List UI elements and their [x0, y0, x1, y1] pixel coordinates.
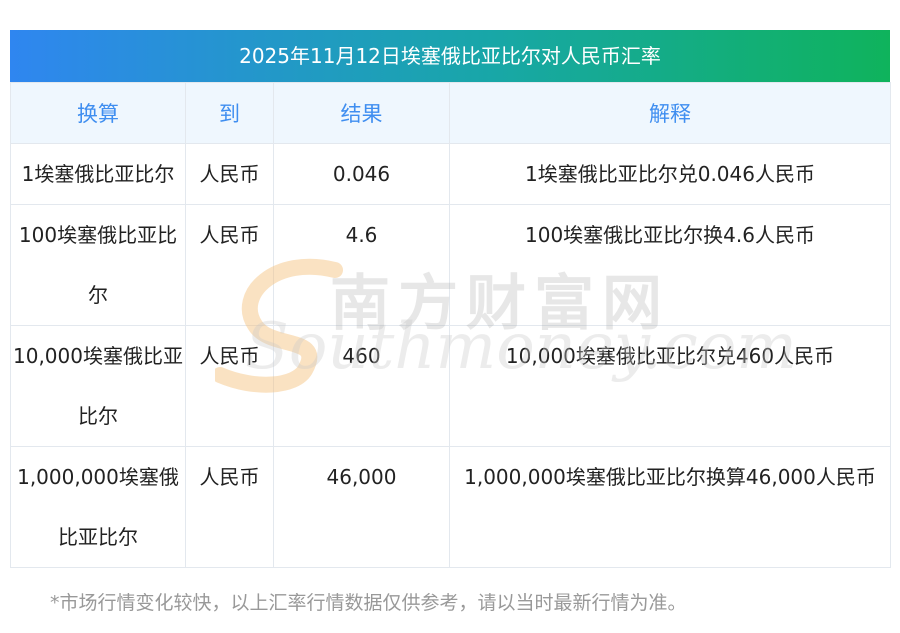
cell-amount: 1,000,000埃塞俄比亚比尔 [10, 446, 186, 568]
table-header-row: 换算 到 结果 解释 [10, 82, 891, 144]
header-result: 结果 [273, 82, 450, 144]
cell-to: 人民币 [185, 143, 274, 205]
exchange-rate-table: 换算 到 结果 解释 1埃塞俄比亚比尔 人民币 0.046 1埃塞俄比亚比尔兑0… [10, 82, 891, 568]
cell-result: 0.046 [273, 143, 450, 205]
header-to: 到 [185, 82, 274, 144]
header-convert: 换算 [10, 82, 186, 144]
cell-amount: 1埃塞俄比亚比尔 [10, 143, 186, 205]
page-title: 2025年11月12日埃塞俄比亚比尔对人民币汇率 [10, 30, 890, 82]
cell-explain: 1埃塞俄比亚比尔兑0.046人民币 [449, 143, 891, 205]
cell-explain: 1,000,000埃塞俄比亚比尔换算46,000人民币 [449, 446, 891, 568]
cell-explain: 10,000埃塞俄比亚比尔兑460人民币 [449, 325, 891, 447]
cell-to: 人民币 [185, 446, 274, 568]
table-row: 10,000埃塞俄比亚比尔 人民币 460 10,000埃塞俄比亚比尔兑460人… [10, 325, 891, 447]
cell-result: 460 [273, 325, 450, 447]
cell-to: 人民币 [185, 325, 274, 447]
cell-explain: 100埃塞俄比亚比尔换4.6人民币 [449, 204, 891, 326]
cell-to: 人民币 [185, 204, 274, 326]
table-row: 1,000,000埃塞俄比亚比尔 人民币 46,000 1,000,000埃塞俄… [10, 446, 891, 568]
cell-amount: 10,000埃塞俄比亚比尔 [10, 325, 186, 447]
header-explain: 解释 [449, 82, 891, 144]
table-row: 1埃塞俄比亚比尔 人民币 0.046 1埃塞俄比亚比尔兑0.046人民币 [10, 143, 891, 205]
cell-result: 46,000 [273, 446, 450, 568]
cell-amount: 100埃塞俄比亚比尔 [10, 204, 186, 326]
table-row: 100埃塞俄比亚比尔 人民币 4.6 100埃塞俄比亚比尔换4.6人民币 [10, 204, 891, 326]
disclaimer-note: *市场行情变化较快，以上汇率行情数据仅供参考，请以当时最新行情为准。 [50, 592, 687, 614]
cell-result: 4.6 [273, 204, 450, 326]
